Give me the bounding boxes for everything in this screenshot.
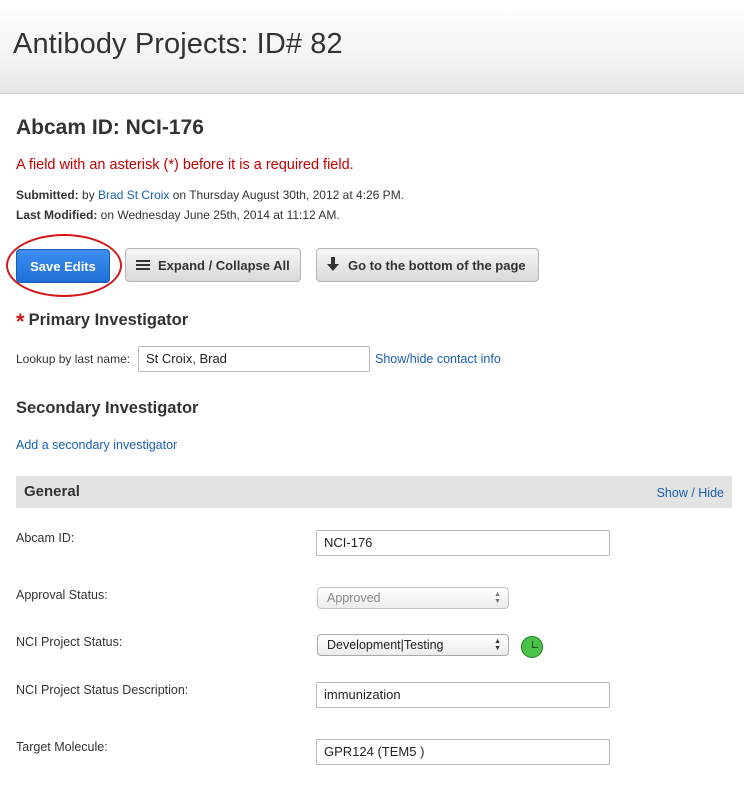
go-to-bottom-button[interactable]: Go to the bottom of the page [316, 248, 539, 282]
nci-project-status-label: NCI Project Status: [16, 635, 123, 649]
select-arrows-icon: ▲ ▼ [494, 638, 501, 652]
modified-info: Last Modified: on Wednesday June 25th, 2… [16, 208, 340, 222]
secondary-investigator-heading: Secondary Investigator [16, 399, 199, 417]
page-title: Antibody Projects: ID# 82 [13, 28, 343, 60]
nci-status-description-label: NCI Project Status Description: [16, 683, 189, 697]
record-title: Abcam ID: NCI-176 [16, 116, 204, 139]
add-secondary-investigator-link[interactable]: Add a secondary investigator [16, 438, 177, 452]
nci-project-status-value: Development|Testing [327, 638, 444, 652]
modified-date: on Wednesday June 25th, 2014 at 11:12 AM… [100, 208, 340, 222]
clock-icon[interactable] [521, 636, 543, 658]
target-molecule-input[interactable]: GPR124 (TEM5 ) [316, 739, 610, 765]
go-to-bottom-label: Go to the bottom of the page [348, 257, 526, 273]
primary-investigator-title: Primary Investigator [28, 311, 189, 329]
general-heading: General [24, 483, 80, 500]
expand-collapse-label: Expand / Collapse All [158, 257, 290, 273]
abcam-id-input[interactable]: NCI-176 [316, 530, 610, 556]
submitted-by-prefix: by [82, 188, 95, 202]
general-section-header: General Show / Hide [16, 476, 732, 508]
nci-status-description-input[interactable]: immunization [316, 682, 610, 708]
expand-collapse-all-button[interactable]: Expand / Collapse All [125, 248, 301, 282]
approval-status-value: Approved [327, 591, 381, 605]
modified-label: Last Modified: [16, 208, 98, 222]
list-icon [136, 259, 150, 271]
nci-project-status-select[interactable]: Development|Testing ▲ ▼ [317, 634, 509, 656]
approval-status-label: Approval Status: [16, 588, 108, 602]
primary-investigator-heading: * Primary Investigator [16, 309, 188, 335]
submitted-date: on Thursday August 30th, 2012 at 4:26 PM… [172, 188, 405, 202]
required-field-note: A field with an asterisk (*) before it i… [16, 157, 354, 173]
abcam-id-label: Abcam ID: [16, 531, 75, 545]
submitter-link[interactable]: Brad St Croix [98, 188, 169, 202]
required-asterisk: * [16, 309, 25, 334]
save-edits-button[interactable]: Save Edits [16, 249, 110, 283]
select-arrows-icon: ▲ ▼ [494, 591, 501, 605]
page-header: Antibody Projects: ID# 82 [0, 0, 744, 94]
target-molecule-label: Target Molecule: [16, 740, 108, 754]
submitted-info: Submitted: by Brad St Croix on Thursday … [16, 188, 404, 202]
show-hide-contact-link[interactable]: Show/hide contact info [375, 352, 501, 366]
submitted-label: Submitted: [16, 188, 79, 202]
lookup-label: Lookup by last name: [16, 352, 131, 366]
arrow-down-icon [326, 256, 340, 274]
approval-status-select: Approved ▲ ▼ [317, 587, 509, 609]
investigator-lookup-input[interactable]: St Croix, Brad [138, 346, 370, 372]
show-hide-general-link[interactable]: Show / Hide [657, 486, 724, 500]
